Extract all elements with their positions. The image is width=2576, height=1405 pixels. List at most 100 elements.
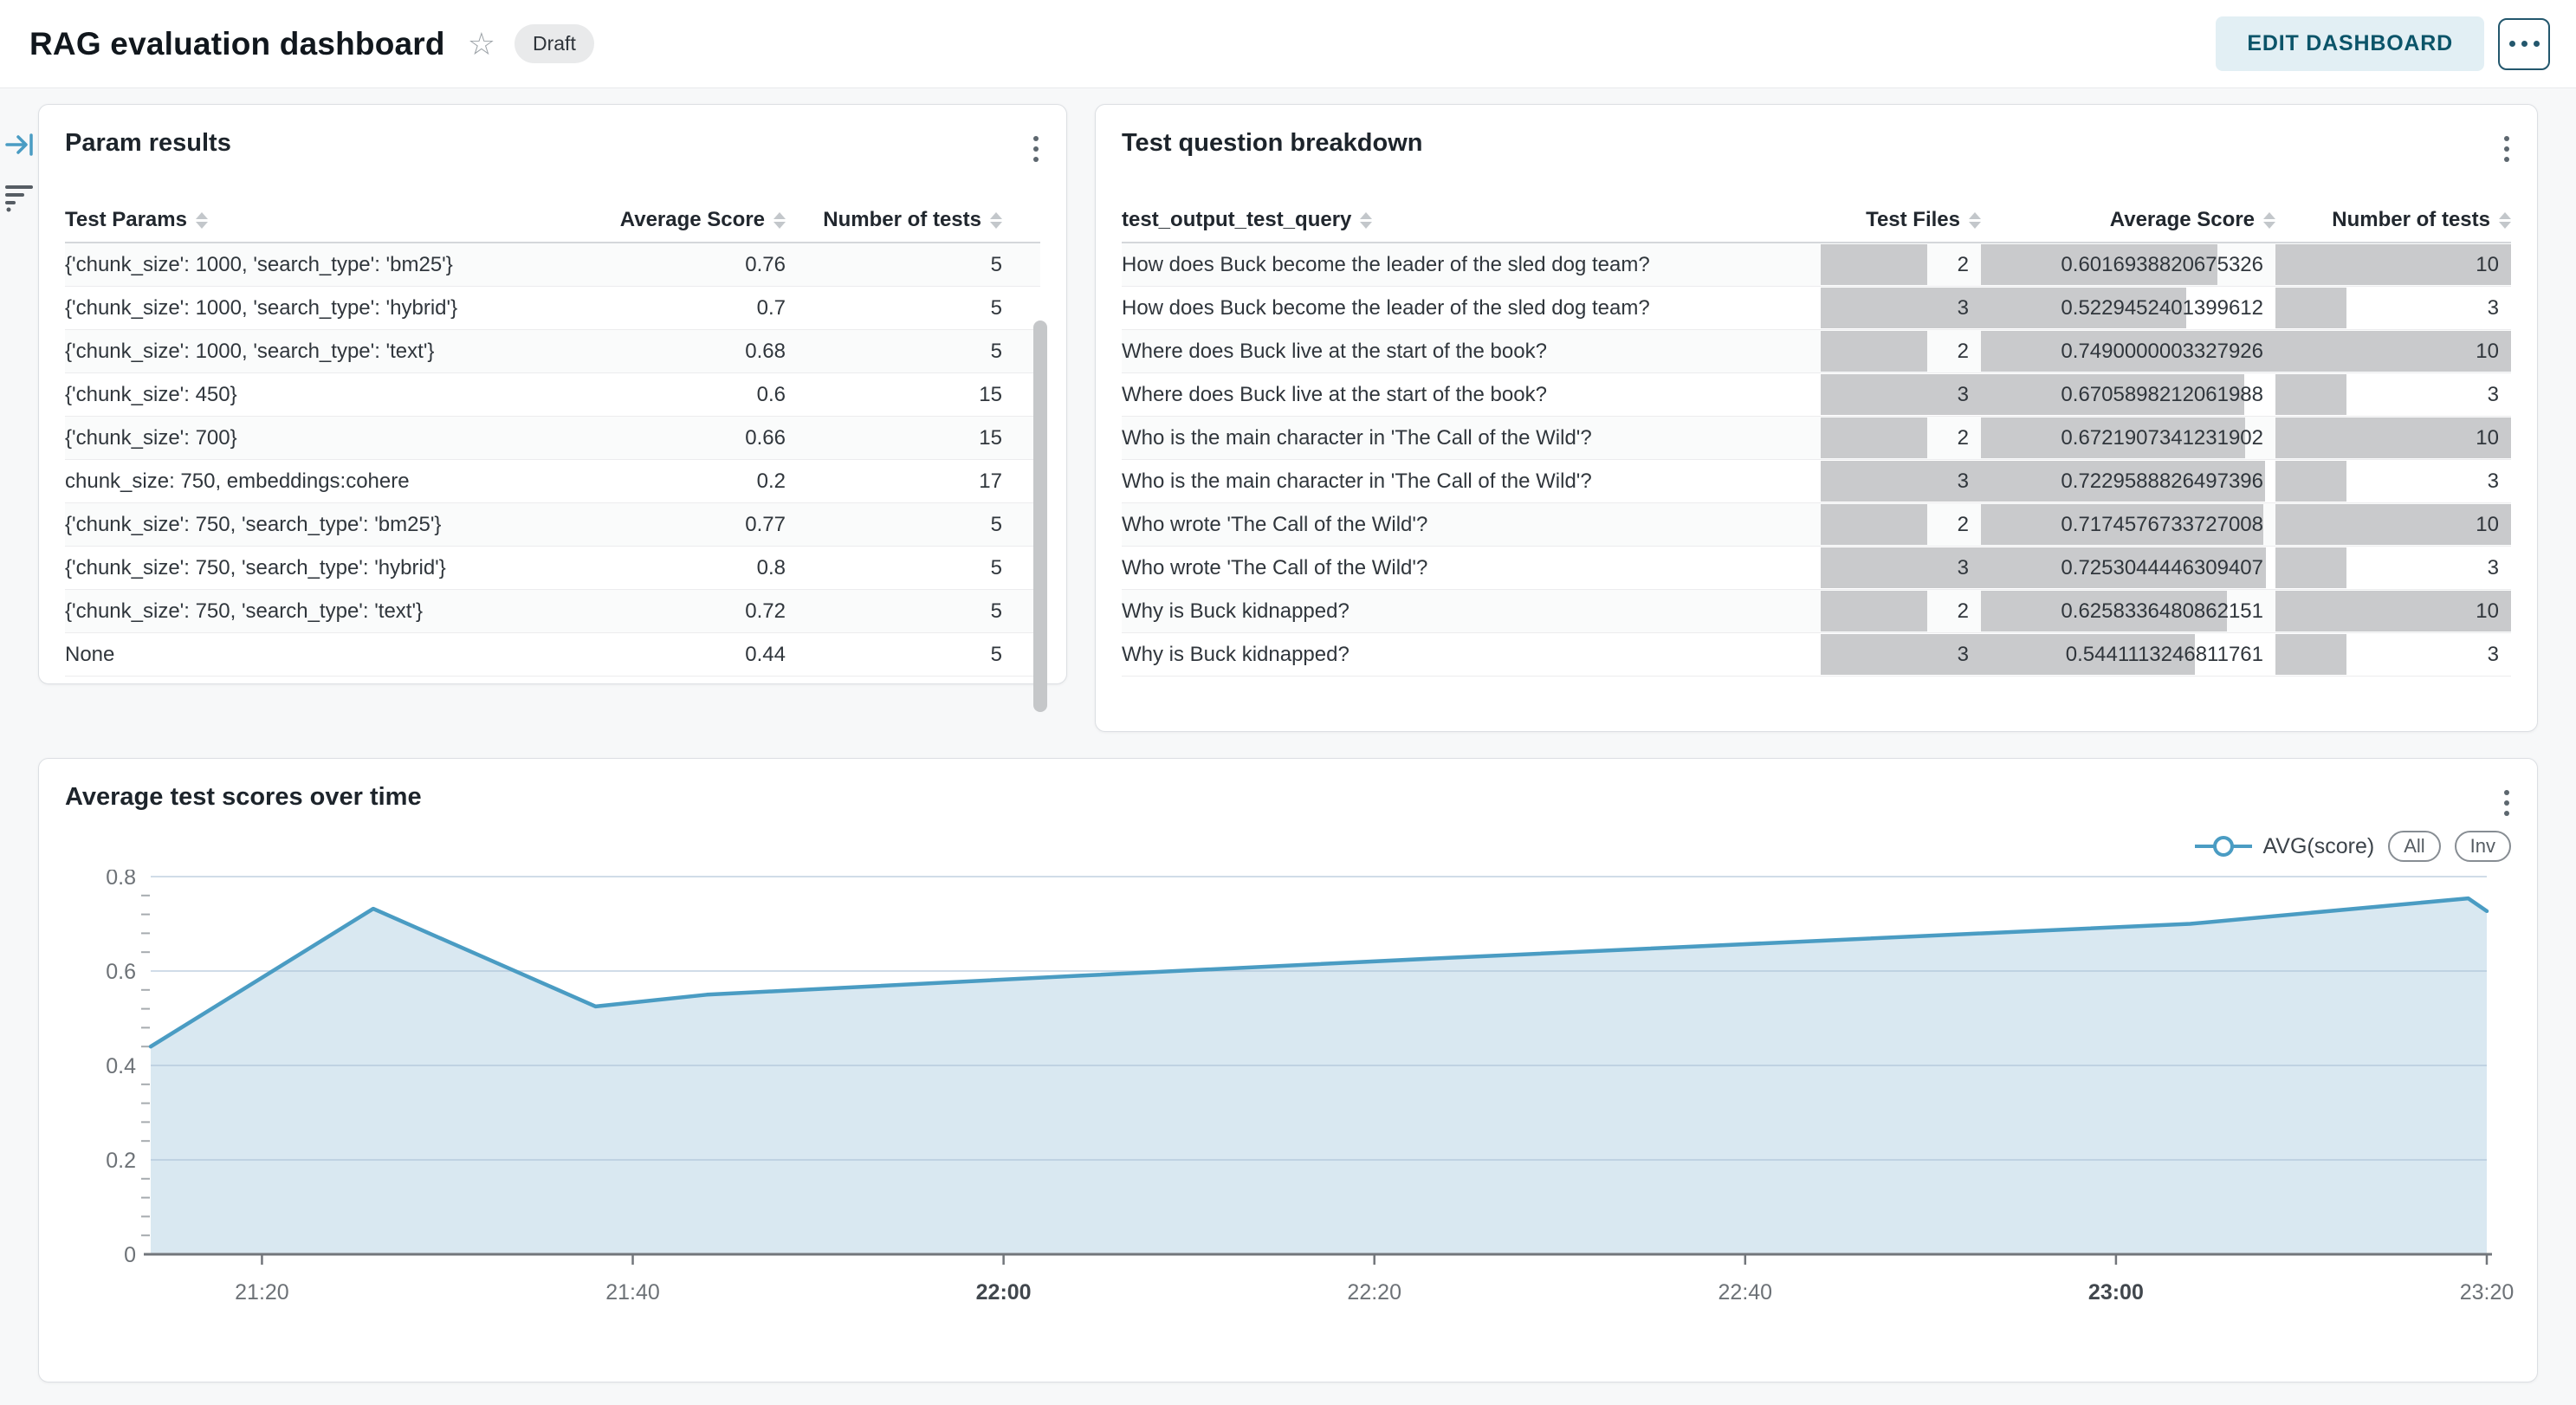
cell-average-score: 0.6	[605, 373, 820, 416]
table-header-row: Test Params Average Score Number of test…	[65, 198, 1040, 243]
cell-value: 0.5441113246811761	[2066, 643, 2263, 667]
table-row: {'chunk_size': 1000, 'search_type': 'bm2…	[65, 243, 1040, 287]
cell-value: 10	[2476, 426, 2499, 450]
filter-icon[interactable]	[5, 183, 36, 217]
cell-average-score: 0.66	[605, 417, 820, 459]
chart-title: Average test scores over time	[65, 783, 422, 812]
cell-value: 2	[1958, 599, 1969, 624]
y-tick-label: 0.8	[106, 870, 136, 890]
cell-value: 3	[1958, 643, 1969, 667]
table-row: {'chunk_size': 1000, 'search_type': 'tex…	[65, 330, 1040, 373]
cell-query: Who is the main character in 'The Call o…	[1122, 460, 1821, 502]
column-header-number-of-tests[interactable]: Number of tests	[820, 208, 1040, 232]
table-body: {'chunk_size': 1000, 'search_type': 'bm2…	[65, 243, 1040, 677]
column-header-query[interactable]: test_output_test_query	[1122, 208, 1821, 232]
cell-test-files: 2	[1821, 417, 1981, 459]
column-header-test-params[interactable]: Test Params	[65, 208, 605, 232]
cell-query: How does Buck become the leader of the s…	[1122, 243, 1821, 286]
cell-number-of-tests: 3	[2275, 287, 2511, 329]
legend-all-button[interactable]: All	[2388, 831, 2440, 862]
column-header-test-files[interactable]: Test Files	[1821, 208, 1981, 232]
favorite-star-icon[interactable]: ☆	[468, 29, 495, 60]
question-breakdown-card: Test question breakdown test_output_test…	[1095, 104, 2538, 732]
table-scrollbar[interactable]	[1033, 317, 1047, 748]
y-tick-label: 0.2	[106, 1149, 136, 1173]
cell-value: 2	[1958, 253, 1969, 277]
left-rail	[5, 132, 36, 217]
scrollbar-thumb[interactable]	[1033, 320, 1047, 712]
cell-number-of-tests: 10	[2275, 503, 2511, 546]
x-tick-label: 23:20	[2460, 1280, 2515, 1305]
table-row: None0.445	[65, 633, 1040, 677]
cell-average-score: 0.6016938820675326	[1981, 243, 2275, 286]
chart-legend: AVG(score) All Inv	[39, 823, 2537, 864]
x-tick-label: 21:20	[235, 1280, 289, 1305]
legend-item-avg-score[interactable]: AVG(score)	[2195, 834, 2374, 859]
cell-value: 3	[2488, 469, 2499, 494]
cell-test-files: 3	[1821, 547, 1981, 589]
table-row: Who is the main character in 'The Call o…	[1122, 460, 2511, 503]
cell-test-files: 2	[1821, 330, 1981, 372]
column-header-average-score[interactable]: Average Score	[1981, 208, 2275, 232]
chart-area-fill	[151, 898, 2487, 1254]
card-menu-icon[interactable]	[1026, 129, 1045, 169]
data-bar	[2275, 634, 2346, 675]
sort-icon	[773, 212, 786, 229]
table-row: Who wrote 'The Call of the Wild'?20.7174…	[1122, 503, 2511, 547]
cell-test-files: 2	[1821, 503, 1981, 546]
cell-query: Where does Buck live at the start of the…	[1122, 330, 1821, 372]
cell-value: 3	[2488, 643, 2499, 667]
cell-average-score: 0.5441113246811761	[1981, 633, 2275, 676]
table-row: Why is Buck kidnapped?30.544111324681176…	[1122, 633, 2511, 677]
cell-test-files: 3	[1821, 460, 1981, 502]
sort-icon	[990, 212, 1002, 229]
cell-query: Why is Buck kidnapped?	[1122, 590, 1821, 632]
question-breakdown-table: test_output_test_query Test Files Averag…	[1122, 198, 2511, 677]
cell-average-score: 0.72	[605, 590, 820, 632]
x-tick-label: 22:00	[976, 1280, 1032, 1305]
cell-average-score: 0.68	[605, 330, 820, 372]
table-row: How does Buck become the leader of the s…	[1122, 287, 2511, 330]
table-row: Where does Buck live at the start of the…	[1122, 373, 2511, 417]
cell-number-of-tests: 10	[2275, 417, 2511, 459]
cell-value: 10	[2476, 513, 2499, 537]
cell-average-score: 0.7253044446309407	[1981, 547, 2275, 589]
cell-number-of-tests: 10	[2275, 243, 2511, 286]
cell-number-of-tests: 15	[820, 417, 1040, 459]
table-row: Who is the main character in 'The Call o…	[1122, 417, 2511, 460]
table-row: {'chunk_size': 750, 'search_type': 'bm25…	[65, 503, 1040, 547]
cell-value: 0.7229588826497396	[2061, 469, 2263, 494]
column-header-average-score[interactable]: Average Score	[605, 208, 820, 232]
cell-average-score: 0.6258336480862151	[1981, 590, 2275, 632]
y-tick-label: 0.4	[106, 1054, 136, 1078]
cell-number-of-tests: 3	[2275, 547, 2511, 589]
edit-dashboard-button[interactable]: EDIT DASHBOARD	[2216, 16, 2484, 71]
card-menu-icon[interactable]	[2497, 783, 2516, 823]
x-tick-label: 22:40	[1718, 1280, 1773, 1305]
cell-number-of-tests: 15	[820, 373, 1040, 416]
legend-inv-button[interactable]: Inv	[2455, 831, 2511, 862]
cell-average-score: 0.5229452401399612	[1981, 287, 2275, 329]
cell-value: 3	[2488, 556, 2499, 580]
more-options-button[interactable]	[2498, 18, 2550, 70]
avg-score-area-chart[interactable]: 00.20.40.60.821:2021:4022:0022:2022:4023…	[61, 870, 2516, 1355]
sort-icon	[1360, 212, 1372, 229]
cell-test-files: 3	[1821, 373, 1981, 416]
cell-test-params: {'chunk_size': 700}	[65, 417, 605, 459]
cell-test-params: chunk_size: 750, embeddings:cohere	[65, 460, 605, 502]
cell-test-files: 2	[1821, 243, 1981, 286]
expand-panel-icon[interactable]	[5, 132, 36, 162]
sort-icon	[2263, 212, 2275, 229]
scores-over-time-card: Average test scores over time AVG(score)…	[38, 758, 2538, 1382]
column-header-number-of-tests[interactable]: Number of tests	[2275, 208, 2511, 232]
table-header-row: test_output_test_query Test Files Averag…	[1122, 198, 2511, 243]
sort-icon	[196, 212, 208, 229]
table-row: Where does Buck live at the start of the…	[1122, 330, 2511, 373]
cell-number-of-tests: 5	[820, 330, 1040, 372]
card-menu-icon[interactable]	[2497, 129, 2516, 169]
cell-number-of-tests: 5	[820, 590, 1040, 632]
cell-test-params: {'chunk_size': 750, 'search_type': 'hybr…	[65, 547, 605, 589]
status-badge: Draft	[515, 24, 594, 63]
data-bar	[1821, 591, 1927, 631]
cell-value: 0.6721907341231902	[2061, 426, 2263, 450]
